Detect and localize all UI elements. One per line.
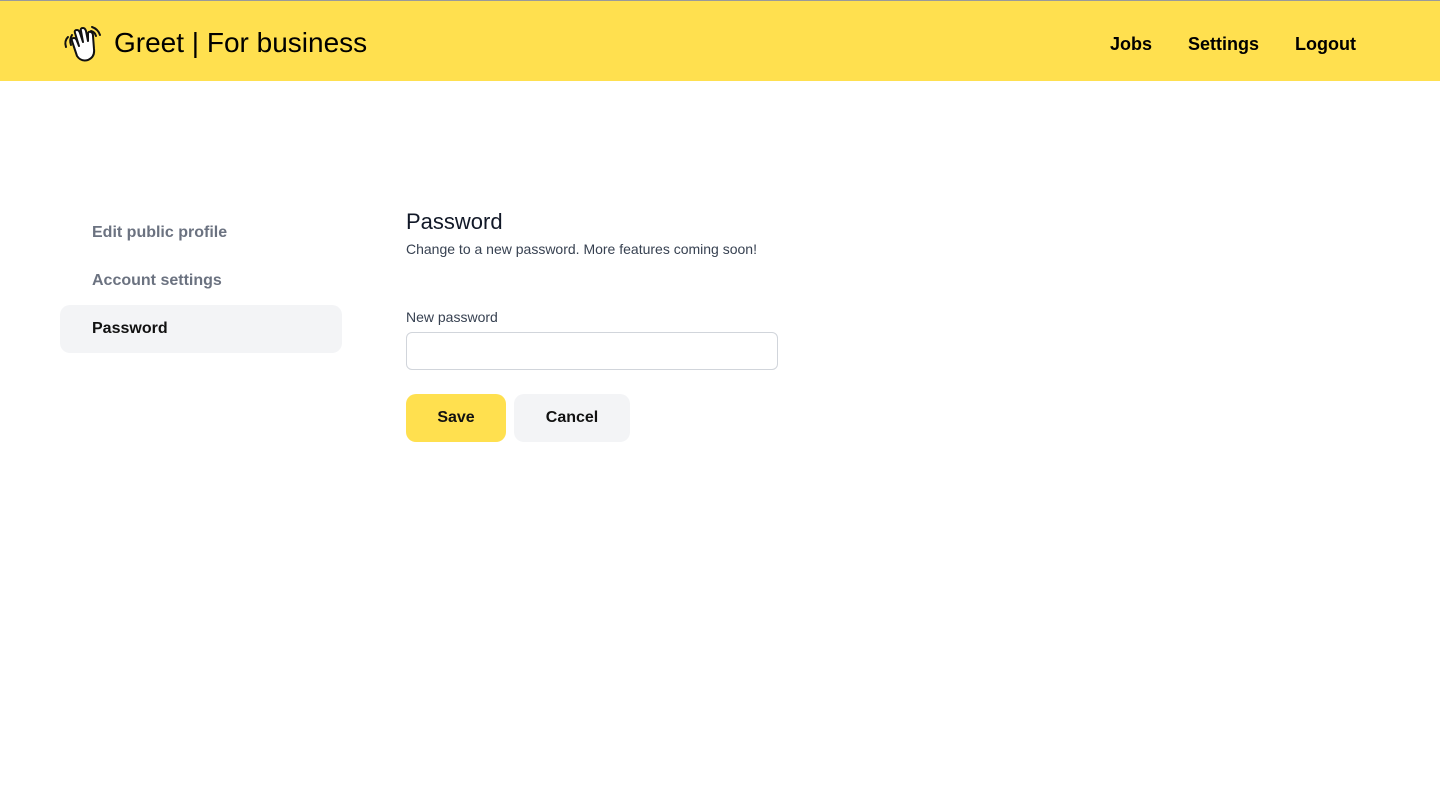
cancel-button[interactable]: Cancel	[514, 394, 630, 442]
top-header: Greet | For business Jobs Settings Logou…	[0, 0, 1440, 81]
settings-sidebar: Edit public profile Account settings Pas…	[60, 209, 342, 353]
sidebar-item-password[interactable]: Password	[60, 305, 342, 353]
sidebar-item-account-settings[interactable]: Account settings	[60, 257, 342, 305]
nav-settings-link[interactable]: Settings	[1188, 34, 1259, 55]
page-subtitle: Change to a new password. More features …	[406, 241, 757, 257]
new-password-label: New password	[406, 309, 498, 325]
sidebar-item-edit-public-profile[interactable]: Edit public profile	[60, 209, 342, 257]
waving-hand-icon	[64, 26, 101, 62]
new-password-field[interactable]	[406, 332, 778, 370]
brand[interactable]: Greet | For business	[62, 23, 367, 63]
password-panel: Password Change to a new password. More …	[406, 208, 1006, 442]
page-title: Password	[406, 209, 503, 234]
nav-jobs-link[interactable]: Jobs	[1110, 34, 1152, 55]
save-button[interactable]: Save	[406, 394, 506, 442]
nav-logout-link[interactable]: Logout	[1295, 34, 1356, 55]
form-actions: Save Cancel	[406, 394, 1006, 442]
brand-title: Greet | For business	[114, 27, 368, 58]
main-nav: Jobs Settings Logout	[1110, 34, 1356, 55]
